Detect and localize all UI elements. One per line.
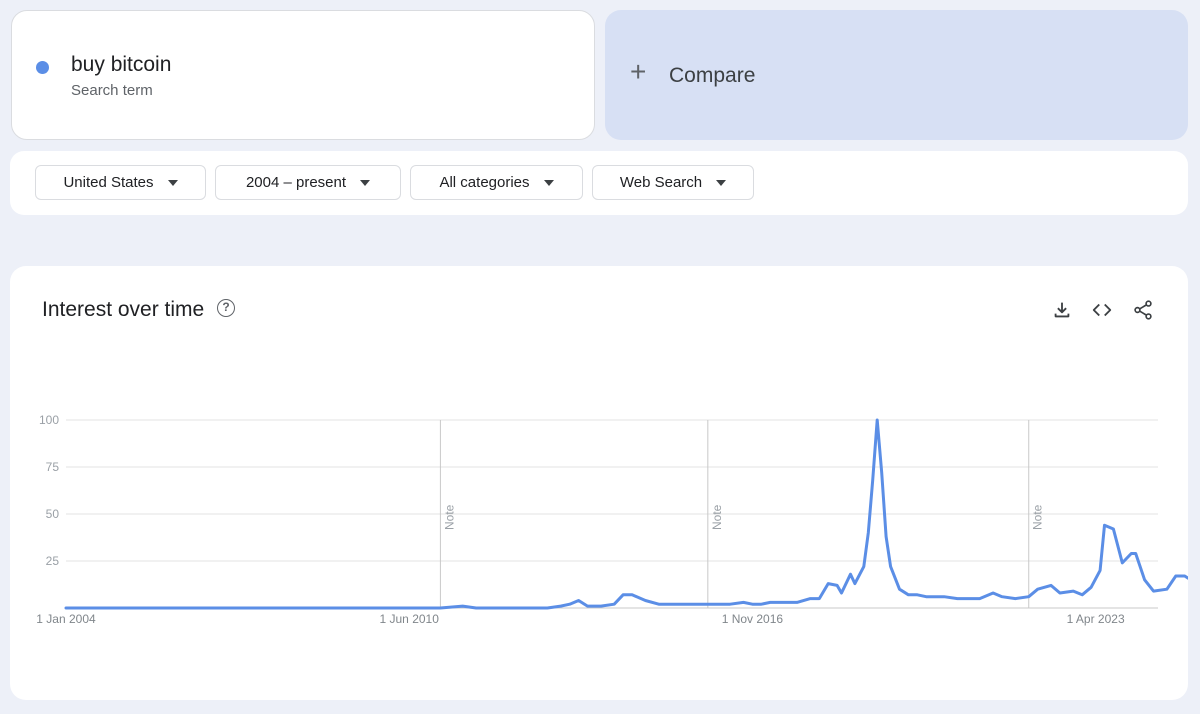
- series-color-dot: [36, 61, 49, 74]
- filters-bar: United States 2004 – present All categor…: [10, 151, 1188, 215]
- search-type-filter[interactable]: Web Search: [592, 165, 754, 200]
- search-term-subtitle: Search term: [71, 82, 153, 99]
- interest-over-time-card: Interest over time ? 25 50 75 100 Note Note No…: [10, 266, 1188, 700]
- search-term-name[interactable]: buy bitcoin: [71, 53, 171, 77]
- y-tick-label: 75: [46, 460, 60, 474]
- y-tick-label: 25: [46, 554, 60, 568]
- compare-button[interactable]: + Compare: [605, 10, 1188, 140]
- note-label: Note: [1031, 504, 1045, 530]
- region-filter[interactable]: United States: [35, 165, 206, 200]
- y-tick-label: 100: [39, 413, 59, 427]
- y-tick-label: 50: [46, 507, 60, 521]
- compare-label: Compare: [669, 64, 756, 87]
- note-label: Note: [710, 504, 724, 530]
- dropdown-caret-icon: [543, 179, 554, 186]
- time-range-filter-label: 2004 – present: [245, 174, 347, 191]
- dropdown-caret-icon: [360, 179, 371, 186]
- x-tick-label: 1 Jun 2010: [380, 612, 440, 626]
- x-tick-label: 1 Apr 2023: [1067, 612, 1125, 626]
- x-tick-label: 1 Jan 2004: [36, 612, 96, 626]
- search-term-card[interactable]: buy bitcoin Search term: [11, 10, 595, 140]
- category-filter-label: All categories: [439, 174, 530, 191]
- line-chart: 25 50 75 100 Note Note Note 1 Jan 2004 1 Jun 201…: [36, 413, 1188, 626]
- x-tick-label: 1 Nov 2016: [722, 612, 784, 626]
- time-range-filter[interactable]: 2004 – present: [215, 165, 401, 200]
- search-type-filter-label: Web Search: [619, 174, 703, 191]
- category-filter[interactable]: All categories: [410, 165, 583, 200]
- dropdown-caret-icon: [716, 179, 727, 186]
- plus-icon: +: [630, 56, 647, 87]
- note-label: Note: [442, 504, 456, 530]
- dropdown-caret-icon: [167, 179, 178, 186]
- region-filter-label: United States: [63, 174, 154, 191]
